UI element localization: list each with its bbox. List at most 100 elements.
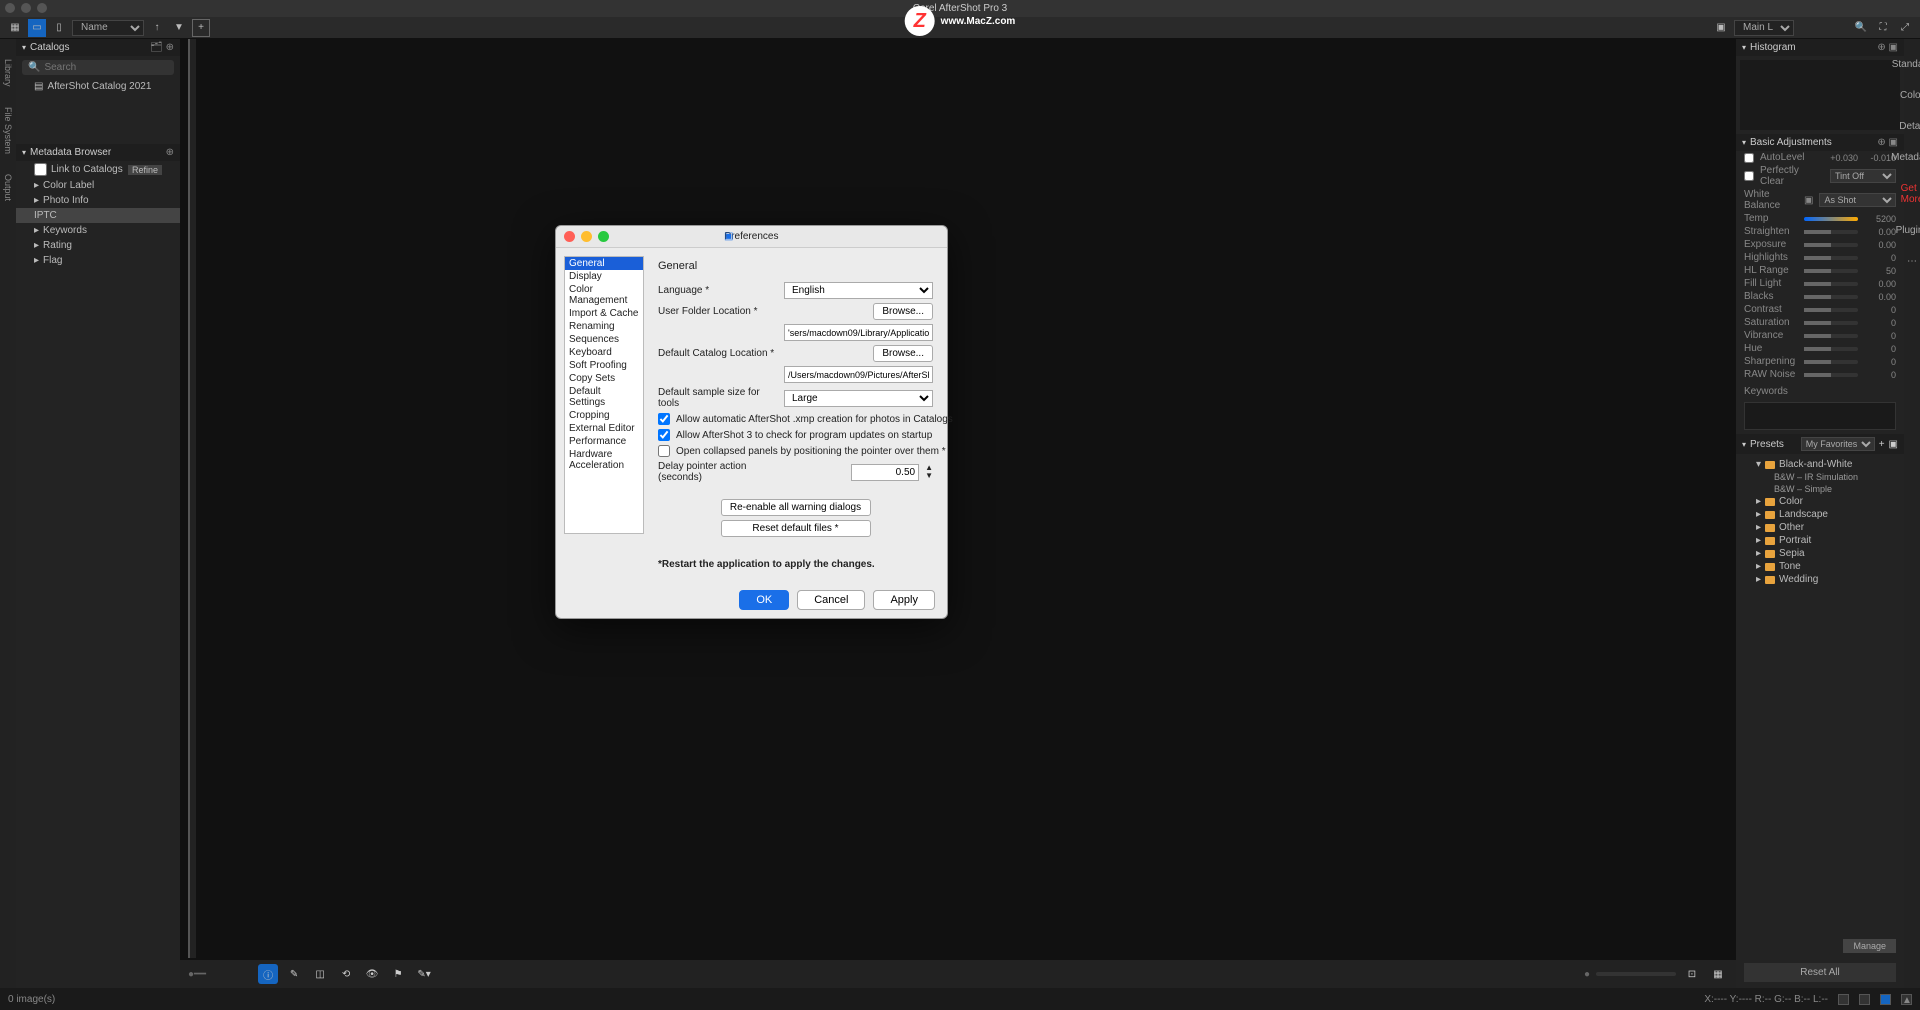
prefs-section-item[interactable]: Keyboard [565, 346, 643, 359]
preset-folder[interactable]: ▸Other [1744, 521, 1896, 534]
wb-tool-icon[interactable]: ✎ [284, 964, 304, 984]
manage-button[interactable]: Manage [1843, 939, 1896, 953]
vibrance-slider[interactable] [1804, 334, 1858, 338]
info-tool-icon[interactable]: ⓘ [258, 964, 278, 984]
pin-icon[interactable]: ⊕ [166, 147, 174, 158]
preset-folder[interactable]: ▸Tone [1744, 560, 1896, 573]
raw noise-slider[interactable] [1804, 373, 1858, 377]
basic-adj-header[interactable]: ▾Basic Adjustments ⊕ ▣ [1736, 134, 1904, 151]
search-input[interactable] [44, 62, 168, 73]
sample-size-dropdown[interactable]: Large [784, 390, 933, 407]
reset-defaults-button[interactable]: Reset default files * [721, 520, 871, 537]
keywords-input[interactable] [1744, 402, 1896, 430]
tab-detail[interactable]: Detail [1899, 121, 1920, 132]
delay-input[interactable] [851, 464, 920, 481]
straighten-slider[interactable] [1804, 230, 1858, 234]
tab-more[interactable]: ⋯ [1907, 256, 1917, 267]
compare-view-icon[interactable]: ▯ [50, 19, 68, 37]
delay-stepper-icon[interactable]: ▲▼ [925, 464, 933, 480]
link-catalogs-row[interactable]: Link to Catalogs Refine [16, 161, 180, 178]
check-updates-checkbox[interactable] [658, 429, 670, 441]
fullscreen-icon[interactable]: ⤢ [1896, 19, 1914, 37]
preset-folder[interactable]: ▸Portrait [1744, 534, 1896, 547]
redeye-tool-icon[interactable]: 👁 [362, 964, 382, 984]
catalog-item[interactable]: ▤ AfterShot Catalog 2021 [16, 79, 180, 94]
language-dropdown[interactable]: English [784, 282, 933, 299]
apply-button[interactable]: Apply [873, 590, 935, 610]
pc-dropdown[interactable]: Tint Off [1830, 169, 1896, 183]
tab-library[interactable]: Library [3, 59, 13, 87]
preset-folder[interactable]: ▸Color [1744, 495, 1896, 508]
meta-item[interactable]: IPTC [16, 208, 180, 223]
contrast-slider[interactable] [1804, 308, 1858, 312]
temp-slider[interactable] [1804, 217, 1858, 221]
region-tool-icon[interactable]: ✎▾ [414, 964, 434, 984]
prefs-section-item[interactable]: External Editor [565, 422, 643, 435]
panel-actions-icon[interactable]: 🗂 ⊕ [150, 42, 174, 53]
single-view-icon[interactable]: ▭ [28, 19, 46, 37]
window-controls[interactable] [5, 3, 47, 13]
tab-metadata[interactable]: Metadata [1891, 152, 1920, 163]
prefs-section-item[interactable]: Cropping [565, 409, 643, 422]
blacks-slider[interactable] [1804, 295, 1858, 299]
panel-resize-handle[interactable] [188, 39, 196, 958]
tab-getmore[interactable]: Get More [1901, 183, 1920, 205]
preset-folder[interactable]: ▸Landscape [1744, 508, 1896, 521]
fill light-slider[interactable] [1804, 282, 1858, 286]
browse-catalog-button[interactable]: Browse... [873, 345, 933, 362]
tab-output[interactable]: Output [3, 174, 13, 201]
add-icon[interactable]: + [192, 19, 210, 37]
meta-item[interactable]: ▸ Photo Info [16, 193, 180, 208]
tab-standard[interactable]: Standard [1892, 59, 1920, 70]
wb-picker-icon[interactable]: ▣ [1804, 195, 1813, 206]
blemish-tool-icon[interactable]: ⚑ [388, 964, 408, 984]
prefs-section-item[interactable]: Default Settings [565, 385, 643, 409]
exposure-slider[interactable] [1804, 243, 1858, 247]
dialog-titlebar[interactable]: ▣ Preferences [556, 226, 947, 248]
highlights-slider[interactable] [1804, 256, 1858, 260]
prefs-section-item[interactable]: Soft Proofing [565, 359, 643, 372]
tab-color[interactable]: Color [1900, 90, 1920, 101]
catalogs-header[interactable]: ▾ Catalogs 🗂 ⊕ [16, 39, 180, 56]
preset-item[interactable]: B&W – Simple [1744, 483, 1896, 495]
layer-dropdown[interactable]: Main Layer [1734, 20, 1794, 36]
catalog-path-input[interactable] [784, 366, 933, 383]
sort-dropdown[interactable]: Name [72, 20, 144, 36]
prefs-section-item[interactable]: Renaming [565, 320, 643, 333]
link-checkbox[interactable] [34, 163, 47, 176]
reset-all-button[interactable]: Reset All [1744, 963, 1896, 982]
allow-xmp-checkbox[interactable] [658, 413, 670, 425]
saturation-slider[interactable] [1804, 321, 1858, 325]
cancel-button[interactable]: Cancel [797, 590, 865, 610]
add-preset-icon[interactable]: + [1879, 439, 1885, 450]
grid-view-icon[interactable]: ▦ [6, 19, 24, 37]
prefs-section-item[interactable]: Hardware Acceleration [565, 448, 643, 472]
meta-item[interactable]: ▸ Keywords [16, 223, 180, 238]
fit-window-icon[interactable]: ⊡ [1682, 964, 1702, 984]
status-box-3[interactable] [1880, 994, 1891, 1005]
prefs-section-item[interactable]: Sequences [565, 333, 643, 346]
open-panels-checkbox[interactable] [658, 445, 670, 457]
metadata-header[interactable]: ▾ Metadata Browser ⊕ [16, 144, 180, 161]
autolevel-checkbox[interactable] [1744, 153, 1754, 163]
preset-folder[interactable]: ▾Black-and-White [1744, 458, 1896, 471]
image-viewer[interactable]: ●━━ ⓘ ✎ ◫ ⟲ 👁 ⚑ ✎▾ ● ⊡ ▦ [180, 39, 1736, 988]
status-box-1[interactable] [1838, 994, 1849, 1005]
actual-size-icon[interactable]: ▦ [1708, 964, 1728, 984]
prefs-section-item[interactable]: Color Management [565, 283, 643, 307]
prefs-section-item[interactable]: Copy Sets [565, 372, 643, 385]
hue-slider[interactable] [1804, 347, 1858, 351]
crop-tool-icon[interactable]: ◫ [310, 964, 330, 984]
zoom-slider[interactable] [1596, 972, 1676, 976]
sharpening-slider[interactable] [1804, 360, 1858, 364]
filter-icon[interactable]: ▼ [170, 19, 188, 37]
fit-icon[interactable]: ⛶ [1874, 19, 1892, 37]
preset-folder[interactable]: ▸Sepia [1744, 547, 1896, 560]
meta-item[interactable]: ▸ Flag [16, 253, 180, 268]
zoom-icon[interactable]: 🔍 [1852, 19, 1870, 37]
status-box-2[interactable] [1859, 994, 1870, 1005]
prefs-section-item[interactable]: Performance [565, 435, 643, 448]
sort-asc-icon[interactable]: ↑ [148, 19, 166, 37]
prefs-section-item[interactable]: Display [565, 270, 643, 283]
meta-item[interactable]: ▸ Color Label [16, 178, 180, 193]
